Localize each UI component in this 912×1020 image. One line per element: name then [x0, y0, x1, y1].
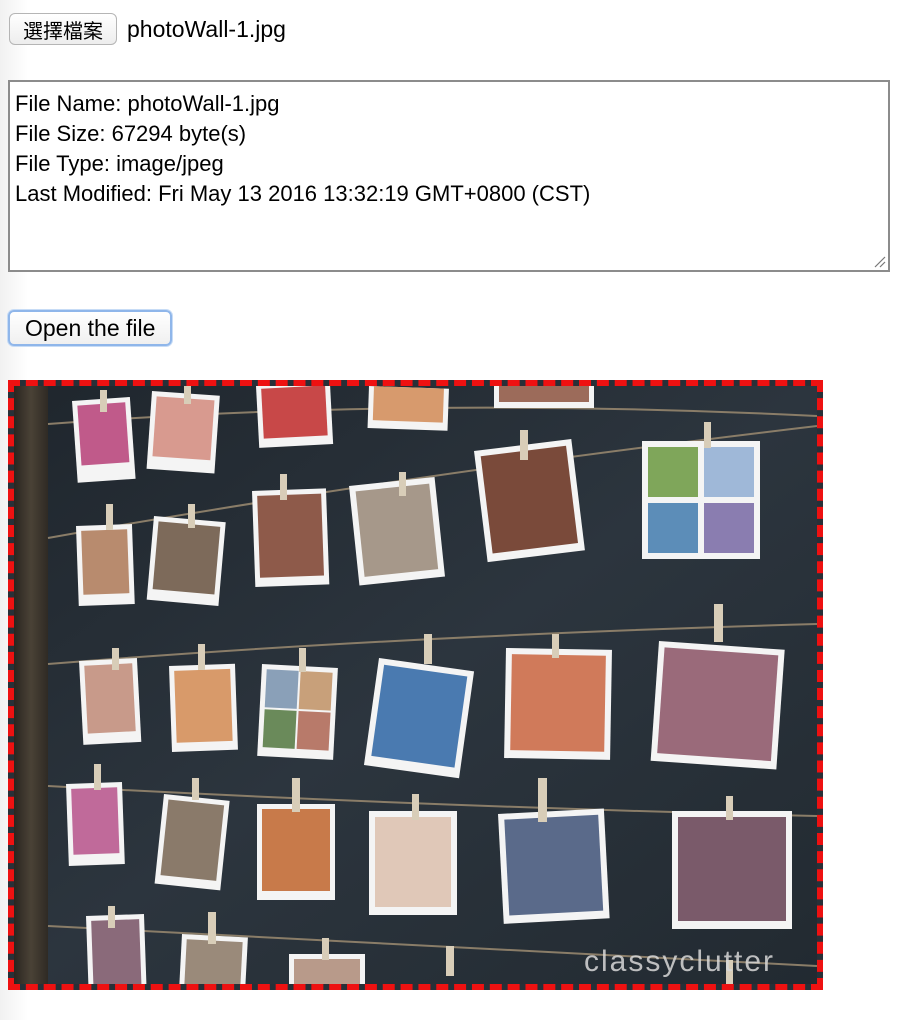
open-file-button[interactable]: Open the file: [8, 310, 173, 346]
photo-wall-image: classyclutter: [14, 386, 817, 984]
file-info-line: File Size: 67294 byte(s): [15, 121, 247, 146]
file-info-textarea[interactable]: File Name: photoWall-1.jpg File Size: 67…: [8, 80, 890, 272]
choose-file-button[interactable]: 選擇檔案: [9, 13, 117, 45]
selected-file-name: photoWall-1.jpg: [127, 15, 286, 42]
image-preview: classyclutter: [8, 380, 823, 990]
file-input-row: 選擇檔案 photoWall-1.jpg: [9, 12, 286, 46]
file-info-line: File Type: image/jpeg: [15, 151, 224, 176]
watermark-text: classyclutter: [584, 945, 775, 978]
file-info-line: Last Modified: Fri May 13 2016 13:32:19 …: [15, 181, 591, 206]
resize-grip-icon[interactable]: [872, 254, 886, 268]
file-info-line: File Name: photoWall-1.jpg: [15, 91, 280, 116]
page: 選擇檔案 photoWall-1.jpg File Name: photoWal…: [0, 0, 912, 1020]
